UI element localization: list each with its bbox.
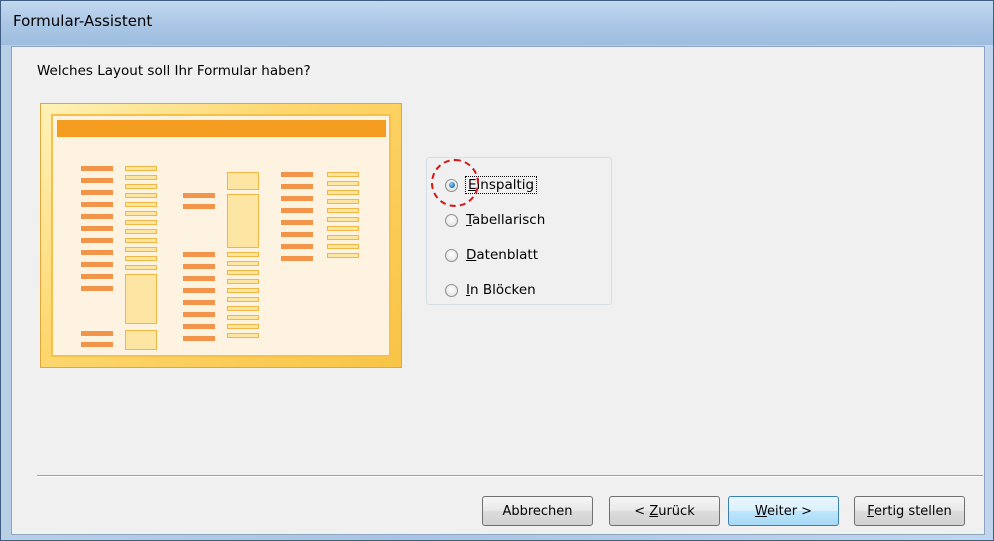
preview-field xyxy=(227,333,259,338)
preview-label-bar xyxy=(81,250,113,255)
window-title: Formular-Assistent xyxy=(13,12,153,30)
cancel-button[interactable]: Abbrechen xyxy=(482,496,593,526)
preview-label-bar xyxy=(183,300,215,305)
preview-field xyxy=(227,288,259,293)
preview-field xyxy=(327,235,359,240)
preview-field xyxy=(125,247,157,252)
preview-field xyxy=(327,208,359,213)
preview-label-bar xyxy=(81,274,113,279)
preview-field xyxy=(327,172,359,177)
preview-label-bar xyxy=(183,336,215,341)
option-datenblatt[interactable]: Datenblatt xyxy=(445,245,538,265)
preview-label-bar xyxy=(81,202,113,207)
finish-button-label: Fertig stellen xyxy=(867,503,952,519)
preview-field xyxy=(125,220,157,225)
preview-field xyxy=(227,315,259,320)
wizard-window: Formular-Assistent Welches Layout soll I… xyxy=(0,0,994,541)
preview-label-bar xyxy=(183,324,215,329)
preview-label-bar xyxy=(81,214,113,219)
back-button[interactable]: < Zurück xyxy=(609,496,720,526)
preview-label-bar xyxy=(183,204,215,209)
preview-label-bar xyxy=(81,262,113,267)
preview-label-bar xyxy=(183,252,215,257)
preview-label-bar xyxy=(81,238,113,243)
preview-field xyxy=(125,211,157,216)
preview-header-bar xyxy=(57,120,386,137)
dialog-client-area: Welches Layout soll Ihr Formular haben? xyxy=(11,46,985,535)
question-label: Welches Layout soll Ihr Formular haben? xyxy=(37,63,311,79)
next-button-label: Weiter > xyxy=(754,503,813,519)
preview-field xyxy=(227,270,259,275)
preview-label-bar xyxy=(281,184,313,189)
preview-label-bar xyxy=(183,264,215,269)
option-label: Tabellarisch xyxy=(466,212,546,228)
preview-field xyxy=(327,181,359,186)
annotation-highlight-circle xyxy=(431,159,479,207)
title-bar[interactable]: Formular-Assistent xyxy=(1,1,993,45)
preview-field xyxy=(327,217,359,222)
radio-unchecked-icon[interactable] xyxy=(445,248,458,262)
preview-label-bar xyxy=(81,190,113,195)
preview-field xyxy=(227,279,259,284)
preview-label-bar xyxy=(281,256,313,261)
preview-field xyxy=(125,202,157,207)
cancel-button-label: Abbrechen xyxy=(502,503,573,519)
preview-field xyxy=(227,261,259,266)
preview-field xyxy=(125,184,157,189)
preview-label-bar xyxy=(281,244,313,249)
preview-field xyxy=(125,256,157,261)
back-button-label: < Zurück xyxy=(634,503,695,519)
preview-field xyxy=(227,252,259,257)
preview-label-bar xyxy=(81,342,113,347)
preview-field xyxy=(227,306,259,311)
preview-label-bar xyxy=(281,196,313,201)
separator-line xyxy=(37,475,983,477)
preview-label-bar xyxy=(81,166,113,171)
preview-field xyxy=(327,226,359,231)
finish-button[interactable]: Fertig stellen xyxy=(854,496,965,526)
preview-field xyxy=(125,166,157,171)
preview-label-bar xyxy=(81,331,113,336)
preview-label-bar xyxy=(281,220,313,225)
preview-label-bar xyxy=(281,232,313,237)
preview-label-bar xyxy=(183,193,215,198)
preview-field xyxy=(327,244,359,249)
preview-field xyxy=(327,190,359,195)
preview-field xyxy=(125,229,157,234)
preview-label-bar xyxy=(81,178,113,183)
preview-field xyxy=(327,199,359,204)
preview-label-bar xyxy=(81,286,113,291)
preview-memo-box xyxy=(125,274,157,324)
option-tabellarisch[interactable]: Tabellarisch xyxy=(445,210,545,230)
radio-unchecked-icon[interactable] xyxy=(445,213,458,227)
preview-label-bar xyxy=(183,276,215,281)
layout-preview-image xyxy=(40,103,402,368)
preview-memo-box xyxy=(125,330,157,350)
preview-field xyxy=(125,265,157,270)
preview-label-bar xyxy=(281,172,313,177)
preview-field xyxy=(227,297,259,302)
preview-field xyxy=(227,324,259,329)
preview-label-bar xyxy=(183,312,215,317)
preview-memo-box xyxy=(227,194,259,248)
preview-field xyxy=(125,238,157,243)
option-in-bloecken[interactable]: In Blöcken xyxy=(445,280,536,300)
next-button[interactable]: Weiter > xyxy=(728,496,839,526)
preview-field xyxy=(125,193,157,198)
preview-form-sheet xyxy=(51,114,391,357)
radio-unchecked-icon[interactable] xyxy=(445,283,458,297)
preview-field xyxy=(327,253,359,258)
option-label: Datenblatt xyxy=(466,247,539,263)
preview-label-bar xyxy=(281,208,313,213)
preview-label-bar xyxy=(183,288,215,293)
preview-label-bar xyxy=(81,226,113,231)
preview-field xyxy=(125,175,157,180)
option-label: In Blöcken xyxy=(466,282,536,298)
preview-memo-box xyxy=(227,172,259,190)
